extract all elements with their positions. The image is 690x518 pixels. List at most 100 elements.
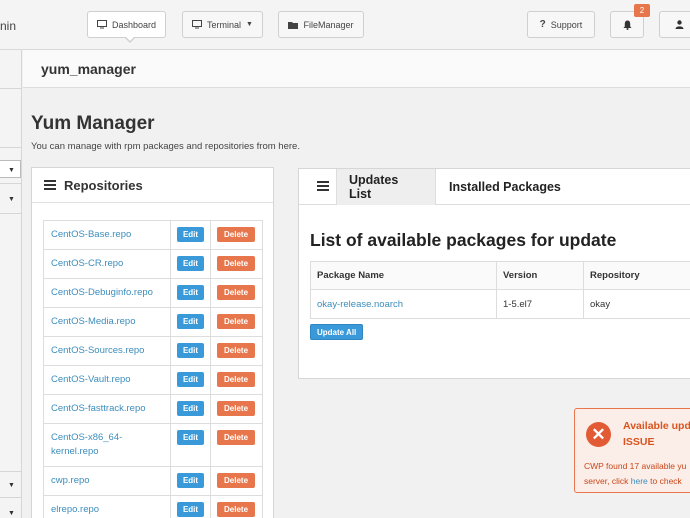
edit-button[interactable]: Edit bbox=[177, 473, 205, 488]
alert-title-line2: ISSUE bbox=[623, 436, 655, 448]
package-repository: okay bbox=[583, 289, 690, 319]
alert-here-link[interactable]: here bbox=[631, 476, 648, 486]
tab-updates-list[interactable]: Updates List bbox=[336, 169, 436, 205]
repo-name-link[interactable]: CentOS-CR.repo bbox=[42, 249, 172, 279]
edit-button[interactable]: Edit bbox=[177, 227, 205, 242]
table-row: CentOS-Media.repo Edit Delete bbox=[42, 307, 263, 337]
table-row: okay-release.noarch 1-5.el7 okay bbox=[310, 289, 690, 319]
edit-button[interactable]: Edit bbox=[177, 430, 205, 445]
monitor-icon bbox=[96, 20, 107, 29]
delete-cell: Delete bbox=[210, 278, 263, 308]
edit-button[interactable]: Edit bbox=[177, 401, 205, 416]
user-menu-button[interactable] bbox=[659, 11, 690, 38]
sidebar: ▼ ▼ ▼ ▼ bbox=[0, 50, 22, 518]
table-row: CentOS-Debuginfo.repo Edit Delete bbox=[42, 278, 263, 308]
repositories-table: CentOS-Base.repo Edit Delete CentOS-CR.repo… bbox=[42, 220, 263, 518]
alert-message: CWP found 17 available yu server, click … bbox=[584, 459, 690, 489]
table-row: CentOS-fasttrack.repo Edit Delete bbox=[42, 394, 263, 424]
sidebar-divider bbox=[0, 213, 22, 214]
column-repository: Repository bbox=[583, 261, 690, 290]
table-row: CentOS-x86_64-kernel.repo Edit Delete bbox=[42, 423, 263, 467]
terminal-label: Terminal bbox=[207, 19, 242, 30]
alert-body-line1: CWP found 17 available yu bbox=[584, 461, 687, 471]
edit-cell: Edit bbox=[170, 394, 212, 424]
repositories-panel: Repositories CentOS-Base.repo Edit Delete C… bbox=[31, 167, 274, 518]
sidebar-divider bbox=[0, 88, 22, 89]
question-icon: ? bbox=[539, 19, 546, 30]
package-name-link[interactable]: okay-release.noarch bbox=[310, 289, 497, 319]
list-icon bbox=[44, 178, 56, 192]
repositories-title: Repositories bbox=[64, 177, 143, 193]
chevron-down-icon[interactable]: ▼ bbox=[8, 482, 15, 489]
tab-installed-packages[interactable]: Installed Packages bbox=[437, 169, 573, 205]
repo-name-link[interactable]: CentOS-fasttrack.repo bbox=[42, 394, 172, 424]
close-circle-icon[interactable]: ✕ bbox=[586, 422, 611, 447]
edit-cell: Edit bbox=[170, 336, 212, 366]
page-description: You can manage with rpm packages and rep… bbox=[31, 141, 300, 152]
delete-button[interactable]: Delete bbox=[217, 343, 256, 358]
delete-cell: Delete bbox=[210, 495, 263, 518]
chevron-down-icon: ▼ bbox=[246, 21, 253, 28]
chevron-down-icon[interactable]: ▼ bbox=[8, 196, 15, 203]
filemanager-button[interactable]: FileManager bbox=[278, 11, 364, 38]
update-alert-toast: ✕ Available upd ISSUE CWP found 17 avail… bbox=[574, 408, 690, 493]
repo-name-link[interactable]: elrepo.repo bbox=[42, 495, 172, 518]
packages-table: Package Name Version Repository okay-rel… bbox=[310, 261, 690, 319]
repo-name-link[interactable]: CentOS-x86_64-kernel.repo bbox=[42, 423, 172, 467]
edit-cell: Edit bbox=[170, 423, 212, 467]
delete-button[interactable]: Delete bbox=[217, 401, 256, 416]
filemanager-label: FileManager bbox=[303, 19, 354, 30]
table-row: CentOS-CR.repo Edit Delete bbox=[42, 249, 263, 279]
edit-cell: Edit bbox=[170, 278, 212, 308]
delete-cell: Delete bbox=[210, 307, 263, 337]
edit-cell: Edit bbox=[170, 495, 212, 518]
table-row: CentOS-Base.repo Edit Delete bbox=[42, 220, 263, 250]
edit-button[interactable]: Edit bbox=[177, 502, 205, 517]
delete-button[interactable]: Delete bbox=[217, 256, 256, 271]
repo-name-link[interactable]: CentOS-Media.repo bbox=[42, 307, 172, 337]
dashboard-label: Dashboard bbox=[111, 19, 157, 30]
top-navbar: nin Dashboard Terminal ▼ FileManager ? S… bbox=[0, 0, 690, 50]
terminal-dropdown-button[interactable]: Terminal ▼ bbox=[182, 11, 263, 38]
repositories-panel-header: Repositories bbox=[32, 168, 273, 203]
edit-button[interactable]: Edit bbox=[177, 343, 205, 358]
delete-button[interactable]: Delete bbox=[217, 227, 256, 242]
updates-panel: Updates List Installed Packages List of … bbox=[298, 168, 690, 379]
support-button[interactable]: ? Support bbox=[527, 11, 595, 38]
delete-button[interactable]: Delete bbox=[217, 372, 256, 387]
edit-cell: Edit bbox=[170, 249, 212, 279]
sidebar-divider bbox=[0, 183, 22, 184]
delete-cell: Delete bbox=[210, 365, 263, 395]
edit-button[interactable]: Edit bbox=[177, 256, 205, 271]
alert-title: Available upd ISSUE bbox=[623, 418, 690, 450]
updates-tabs: Updates List Installed Packages bbox=[299, 169, 690, 205]
table-row: cwp.repo Edit Delete bbox=[42, 466, 263, 496]
delete-cell: Delete bbox=[210, 336, 263, 366]
chevron-down-icon[interactable]: ▼ bbox=[8, 167, 15, 174]
delete-button[interactable]: Delete bbox=[217, 285, 256, 300]
page-header-title: yum_manager bbox=[41, 61, 136, 77]
delete-button[interactable]: Delete bbox=[217, 314, 256, 329]
delete-cell: Delete bbox=[210, 466, 263, 496]
active-pointer bbox=[124, 36, 136, 43]
page-title: Yum Manager bbox=[31, 113, 155, 134]
repo-name-link[interactable]: CentOS-Base.repo bbox=[42, 220, 172, 250]
repo-name-link[interactable]: CentOS-Debuginfo.repo bbox=[42, 278, 172, 308]
delete-button[interactable]: Delete bbox=[217, 473, 256, 488]
delete-cell: Delete bbox=[210, 423, 263, 467]
edit-button[interactable]: Edit bbox=[177, 285, 205, 300]
repo-name-link[interactable]: cwp.repo bbox=[42, 466, 172, 496]
chevron-down-icon[interactable]: ▼ bbox=[8, 510, 15, 517]
alert-body-pre: server, click bbox=[584, 476, 631, 486]
dashboard-button[interactable]: Dashboard bbox=[87, 11, 166, 43]
alert-body-post: to check bbox=[647, 476, 682, 486]
repo-name-link[interactable]: CentOS-Vault.repo bbox=[42, 365, 172, 395]
sidebar-divider bbox=[0, 147, 22, 148]
monitor-icon bbox=[192, 20, 203, 29]
edit-button[interactable]: Edit bbox=[177, 314, 205, 329]
repo-name-link[interactable]: CentOS-Sources.repo bbox=[42, 336, 172, 366]
delete-button[interactable]: Delete bbox=[217, 502, 256, 517]
delete-button[interactable]: Delete bbox=[217, 430, 256, 445]
edit-button[interactable]: Edit bbox=[177, 372, 205, 387]
update-all-button[interactable]: Update All bbox=[310, 324, 364, 340]
